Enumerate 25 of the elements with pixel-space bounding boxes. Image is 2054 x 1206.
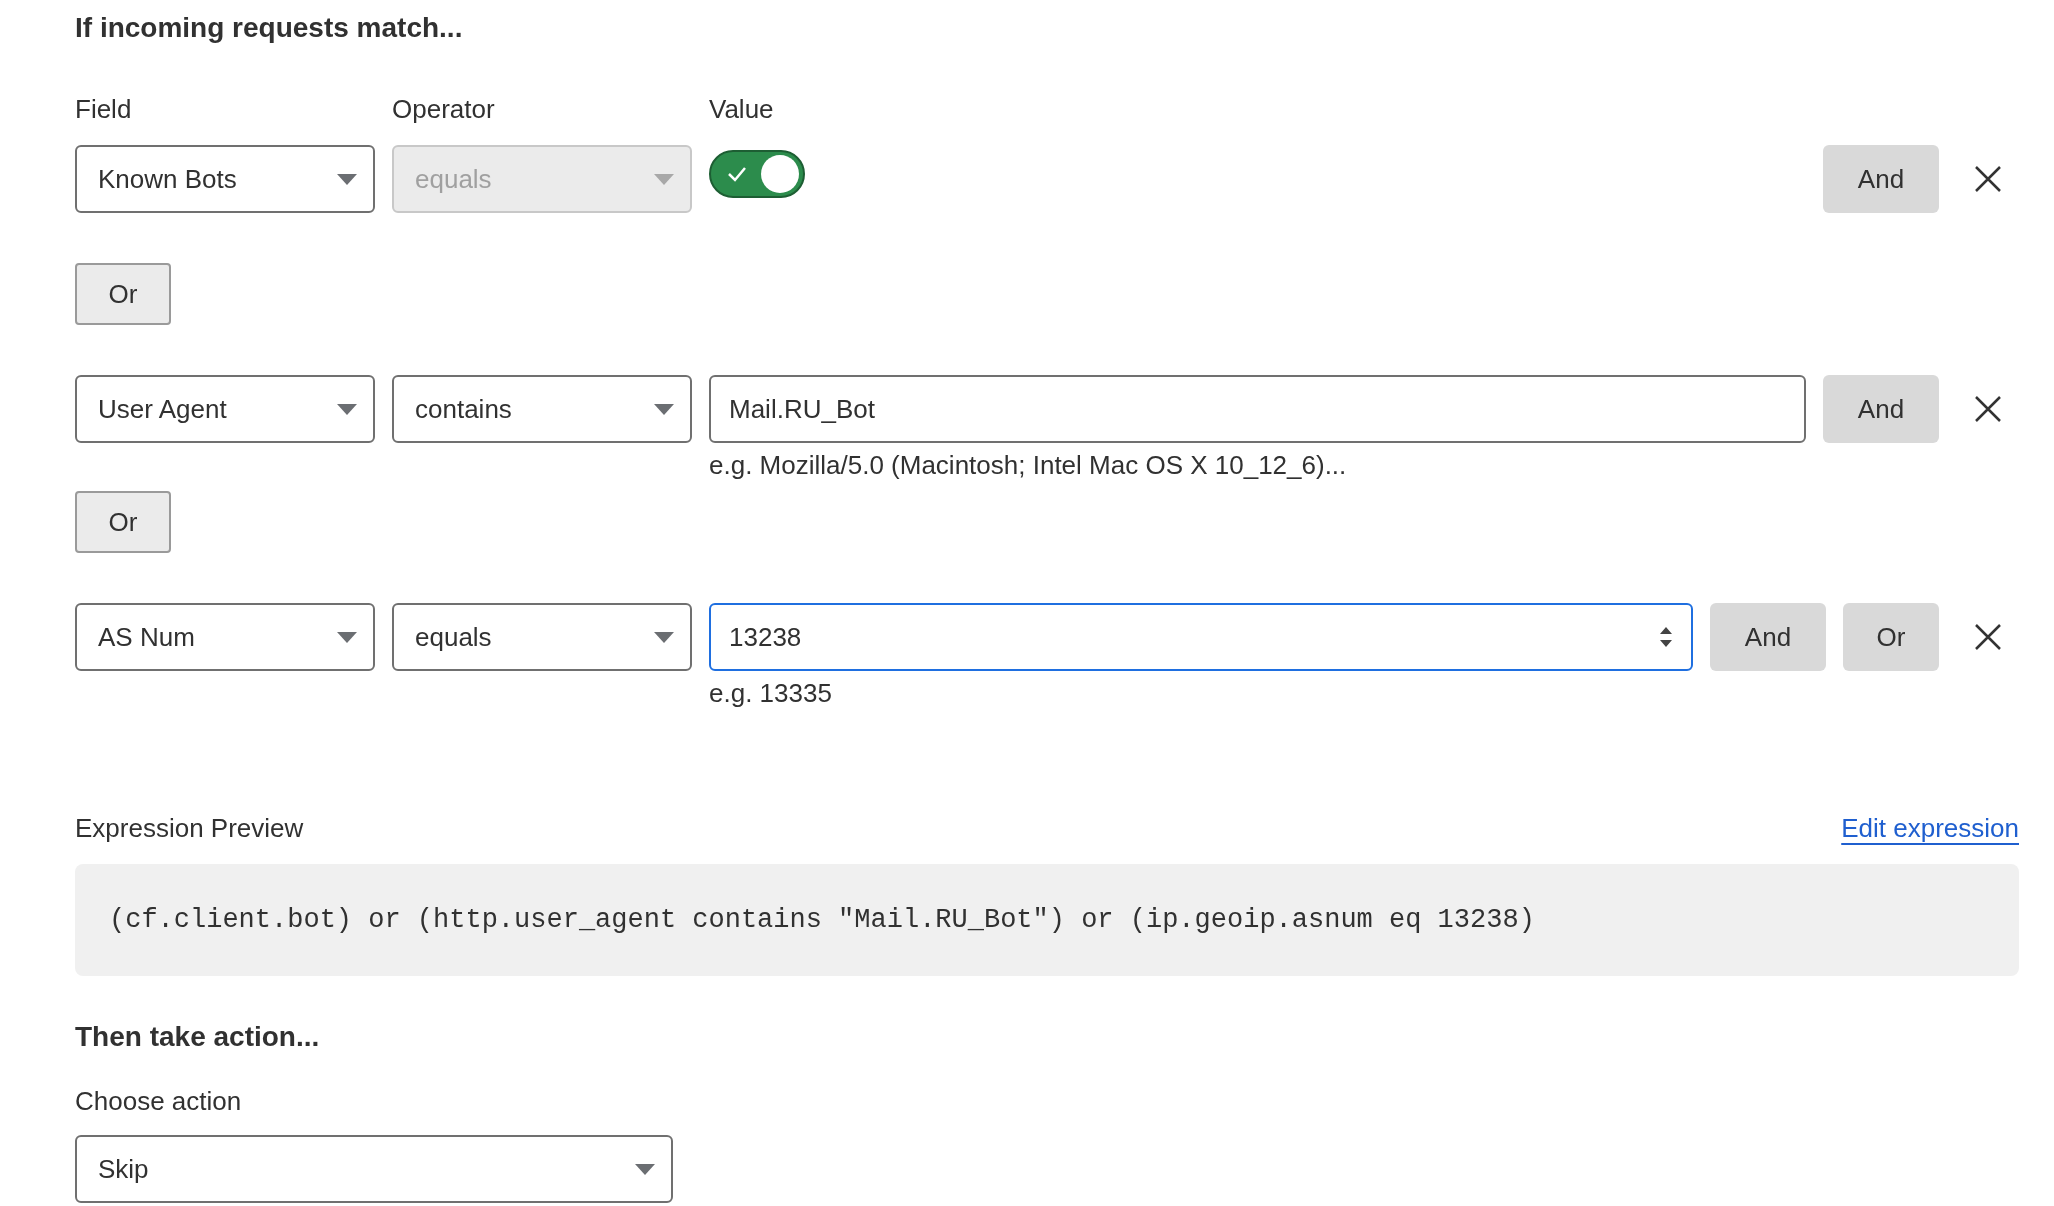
dropdown-select[interactable]: equals	[392, 603, 692, 671]
or-button[interactable]: Or	[75, 491, 171, 553]
expression-preview: (cf.client.bot) or (http.user_agent contains "Mail.RU_Bot") or (ip.geoip.asnum eq 13238)	[75, 864, 2019, 976]
logic-button[interactable]: And	[1710, 603, 1826, 671]
dropdown-select[interactable]: Known Bots	[75, 145, 375, 213]
section-heading: If incoming requests match...	[75, 11, 463, 45]
logic-button[interactable]: Or	[1843, 603, 1939, 671]
dropdown-select[interactable]: contains	[392, 375, 692, 443]
dropdown-select[interactable]: AS Num	[75, 603, 375, 671]
column-label: Value	[709, 94, 774, 124]
column-label: Operator	[392, 94, 495, 124]
section-heading: Then take action...	[75, 1020, 320, 1054]
logic-button[interactable]: And	[1823, 145, 1939, 213]
field-label: Choose action	[75, 1085, 242, 1118]
expression-label: Expression Preview	[75, 812, 304, 845]
edit-expression-link[interactable]: Edit expression	[1841, 809, 2019, 848]
logic-button[interactable]: And	[1823, 375, 1939, 443]
dropdown-select[interactable]: Skip	[75, 1135, 673, 1203]
or-button[interactable]: Or	[75, 263, 171, 325]
value-input[interactable]: Mail.RU_Bot	[709, 375, 1806, 443]
column-label: Field	[75, 94, 132, 124]
dropdown-select[interactable]: User Agent	[75, 375, 375, 443]
hint-text: e.g. Mozilla/5.0 (Macintosh; Intel Mac OS X 10_12_6)...	[709, 450, 1347, 480]
hint-text: e.g. 13335	[709, 678, 832, 708]
value-input[interactable]: 13238	[709, 603, 1693, 671]
